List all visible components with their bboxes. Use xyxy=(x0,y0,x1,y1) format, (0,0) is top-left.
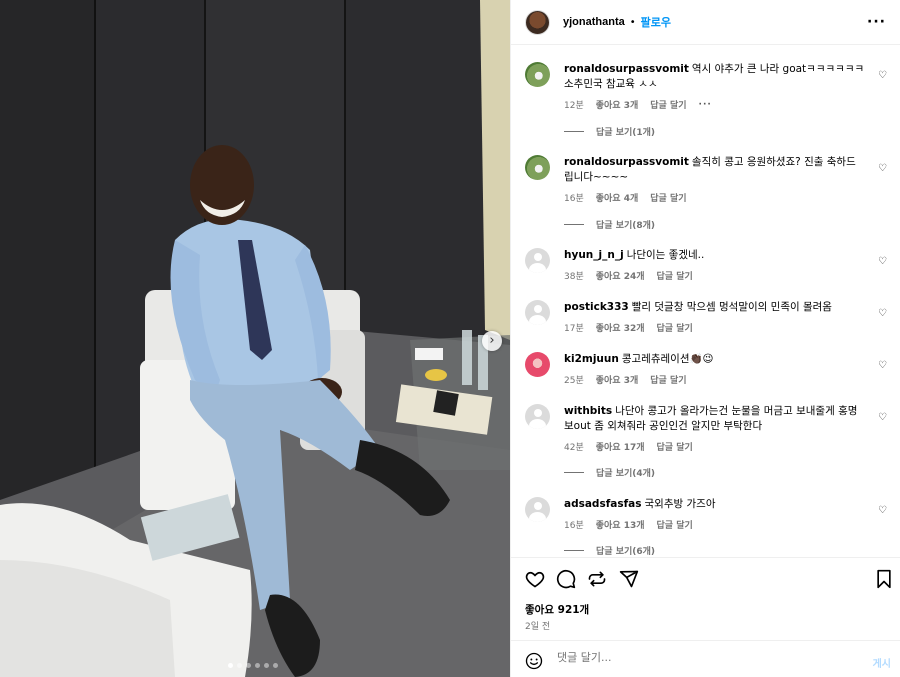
comment-meta: 17분 좋아요 32개 답글 달기 xyxy=(564,321,887,334)
carousel-dot xyxy=(246,663,251,668)
reply-button[interactable]: 답글 달기 xyxy=(650,191,686,204)
reply-button[interactable]: 답글 달기 xyxy=(657,269,693,282)
view-replies-button[interactable]: 답글 보기(4개) xyxy=(564,466,655,479)
post-comment-button[interactable]: 게시 xyxy=(873,655,891,670)
author-username[interactable]: yjonathanta xyxy=(563,16,625,28)
commenter-avatar[interactable] xyxy=(525,248,550,273)
post-action-bar xyxy=(511,557,900,602)
commenter-avatar[interactable] xyxy=(525,155,550,180)
comment-likes[interactable]: 좋아요 3개 xyxy=(596,373,639,386)
comment-item: ronaldosurpassvomit 역시 야추가 큰 나라 goatㅋㅋㅋㅋㅋ… xyxy=(525,62,887,111)
comment-time: 16분 xyxy=(564,194,584,204)
commenter-avatar[interactable] xyxy=(525,62,550,87)
comment-input[interactable] xyxy=(557,651,857,664)
bookmark-icon[interactable] xyxy=(875,569,893,589)
comment-meta: 16분 좋아요 13개 답글 달기 xyxy=(564,518,887,531)
comment-like-heart-icon[interactable]: ♡ xyxy=(878,505,887,516)
comment-item: ronaldosurpassvomit 솔직히 콩고 응원하셨죠? 진출 축하드립… xyxy=(525,155,887,204)
comment-time: 25분 xyxy=(564,376,584,386)
comment-time: 16분 xyxy=(564,521,584,531)
commenter-username[interactable]: withbits xyxy=(564,405,612,417)
comments-list[interactable]: ronaldosurpassvomit 역시 야추가 큰 나라 goatㅋㅋㅋㅋㅋ… xyxy=(511,46,900,557)
commenter-username[interactable]: ronaldosurpassvomit xyxy=(564,63,689,75)
comment-icon[interactable] xyxy=(556,569,576,589)
comment-item: hyun_j_n_j 나단이는 좋겠네.. 38분 좋아요 24개 답글 달기 ♡ xyxy=(525,248,887,282)
author-avatar[interactable] xyxy=(525,9,550,35)
comment-time: 17분 xyxy=(564,324,584,334)
commenter-avatar[interactable] xyxy=(525,300,550,325)
reply-button[interactable]: 답글 달기 xyxy=(650,98,686,111)
comment-time: 12분 xyxy=(564,101,584,111)
post-header: yjonathanta • 팔로우 ··· xyxy=(511,0,900,45)
comment-meta: 16분 좋아요 4개 답글 달기 xyxy=(564,191,887,204)
carousel-dot xyxy=(255,663,260,668)
comment-likes[interactable]: 좋아요 3개 xyxy=(596,98,639,111)
comment-likes[interactable]: 좋아요 32개 xyxy=(596,321,645,334)
comment-like-heart-icon[interactable]: ♡ xyxy=(878,70,887,81)
carousel-dot xyxy=(273,663,278,668)
comment-meta: 38분 좋아요 24개 답글 달기 xyxy=(564,269,887,282)
photo-scene xyxy=(0,0,510,677)
comment-like-heart-icon[interactable]: ♡ xyxy=(878,360,887,371)
commenter-avatar[interactable] xyxy=(525,497,550,522)
chevron-right-icon: › xyxy=(489,333,495,348)
comment-item: withbits 나단아 콩고가 올라가는건 눈물을 머금고 보내줄게 홍명보ou… xyxy=(525,404,887,453)
carousel-dot xyxy=(264,663,269,668)
comment-text: postick333 빨리 덧글창 막으셈 멍석말이의 민족이 몰려옴 xyxy=(564,301,832,313)
view-replies-button[interactable]: 답글 보기(1개) xyxy=(564,125,655,138)
commenter-username[interactable]: hyun_j_n_j xyxy=(564,249,624,261)
follow-button[interactable]: 팔로우 xyxy=(641,14,671,30)
carousel-next-button[interactable]: › xyxy=(482,331,502,351)
comment-text: withbits 나단아 콩고가 올라가는건 눈물을 머금고 보내줄게 홍명보ou… xyxy=(564,405,858,432)
commenter-username[interactable]: ronaldosurpassvomit xyxy=(564,156,689,168)
commenter-username[interactable]: adsadsfasfas xyxy=(564,498,642,510)
commenter-username[interactable]: postick333 xyxy=(564,301,629,313)
comment-meta: 25분 좋아요 3개 답글 달기 xyxy=(564,373,887,386)
comment-item: postick333 빨리 덧글창 막으셈 멍석말이의 민족이 몰려옴 17분 좋… xyxy=(525,300,887,334)
view-replies-button[interactable]: 답글 보기(6개) xyxy=(564,544,655,557)
reply-button[interactable]: 답글 달기 xyxy=(657,321,693,334)
comment-like-heart-icon[interactable]: ♡ xyxy=(878,412,887,423)
comment-text: ki2mjuun 콩고레츄레이션👏🏿😉 xyxy=(564,353,714,365)
repost-icon[interactable] xyxy=(587,569,607,589)
emoji-icon[interactable] xyxy=(525,652,543,670)
carousel-dots xyxy=(228,663,278,668)
post-photo[interactable]: › xyxy=(0,0,510,677)
comment-time: 42분 xyxy=(564,443,584,453)
commenter-avatar[interactable] xyxy=(525,352,550,377)
like-count[interactable]: 좋아요 921개 xyxy=(525,602,589,617)
view-replies-button[interactable]: 답글 보기(8개) xyxy=(564,218,655,231)
comment-text: hyun_j_n_j 나단이는 좋겠네.. xyxy=(564,249,705,261)
commenter-username[interactable]: ki2mjuun xyxy=(564,353,619,365)
comment-like-heart-icon[interactable]: ♡ xyxy=(878,308,887,319)
carousel-dot xyxy=(228,663,233,668)
reply-button[interactable]: 답글 달기 xyxy=(657,440,693,453)
share-icon[interactable] xyxy=(619,569,639,589)
reply-button[interactable]: 답글 달기 xyxy=(657,518,693,531)
comment-likes[interactable]: 좋아요 24개 xyxy=(596,269,645,282)
comment-item: adsadsfasfas 국외추방 가즈아 16분 좋아요 13개 답글 달기 ♡ xyxy=(525,497,887,531)
comment-text: ronaldosurpassvomit 솔직히 콩고 응원하셨죠? 진출 축하드립… xyxy=(564,156,856,183)
comment-meta: 42분 좋아요 17개 답글 달기 xyxy=(564,440,887,453)
comment-likes[interactable]: 좋아요 13개 xyxy=(596,518,645,531)
comment-likes[interactable]: 좋아요 4개 xyxy=(596,191,639,204)
more-options-icon[interactable]: ··· xyxy=(867,14,886,30)
comment-more-icon[interactable]: ··· xyxy=(699,100,712,110)
comment-time: 38분 xyxy=(564,272,584,282)
commenter-avatar[interactable] xyxy=(525,404,550,429)
post-sidebar: yjonathanta • 팔로우 ··· ronaldosurpassvomi… xyxy=(510,0,900,677)
heart-icon[interactable] xyxy=(525,569,545,589)
comment-text: ronaldosurpassvomit 역시 야추가 큰 나라 goatㅋㅋㅋㅋㅋ… xyxy=(564,63,865,90)
comment-item: ki2mjuun 콩고레츄레이션👏🏿😉 25분 좋아요 3개 답글 달기 ♡ xyxy=(525,352,887,386)
comment-like-heart-icon[interactable]: ♡ xyxy=(878,163,887,174)
add-comment-bar: 게시 xyxy=(511,640,900,677)
comment-text: adsadsfasfas 국외추방 가즈아 xyxy=(564,498,716,510)
post-date[interactable]: 2일 전 xyxy=(525,619,550,632)
separator-dot: • xyxy=(629,16,636,28)
carousel-dot xyxy=(237,663,242,668)
comment-likes[interactable]: 좋아요 17개 xyxy=(596,440,645,453)
reply-button[interactable]: 답글 달기 xyxy=(650,373,686,386)
comment-meta: 12분 좋아요 3개 답글 달기 ··· xyxy=(564,98,887,112)
comment-like-heart-icon[interactable]: ♡ xyxy=(878,256,887,267)
